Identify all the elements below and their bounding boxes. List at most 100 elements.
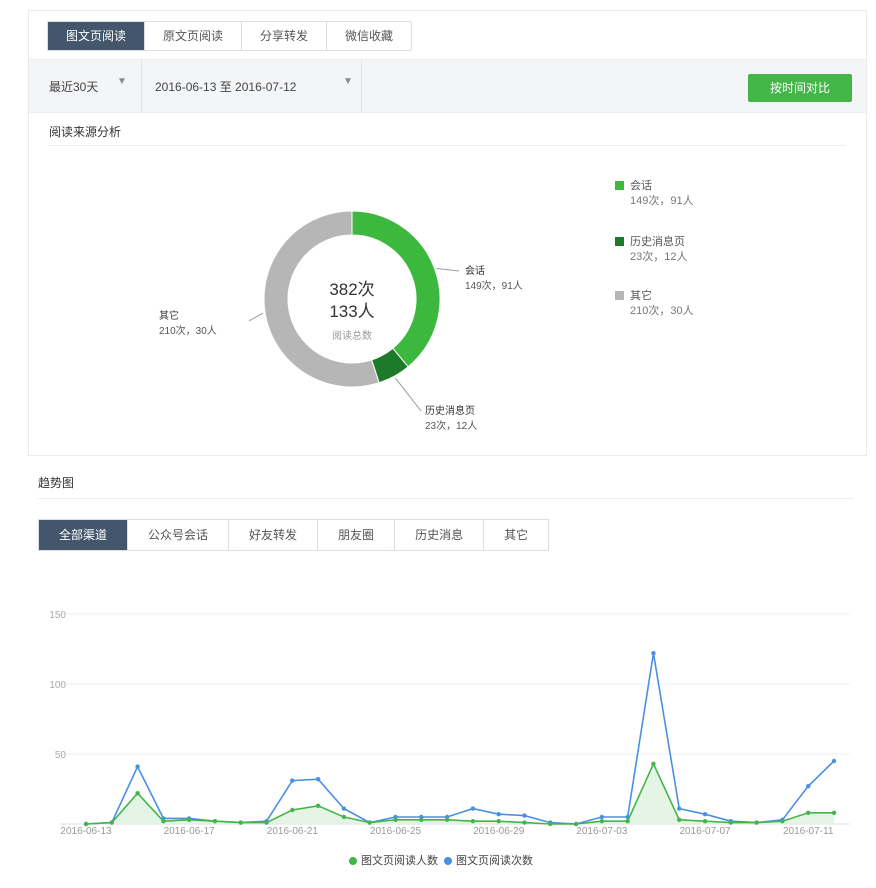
chevron-down-icon: ▼ (343, 76, 353, 87)
data-point[interactable] (341, 806, 347, 811)
filter-bar: 最近30天 ▼ 2016-06-13 至 2016-07-12 ▼ 按时间对比 (29, 59, 866, 113)
divider (49, 145, 846, 146)
date-range-select[interactable]: 2016-06-13 至 2016-07-12 ▼ (141, 60, 362, 112)
legend-item: 会话 149次，91人 (615, 179, 694, 209)
data-point[interactable] (754, 820, 759, 825)
data-point[interactable] (548, 821, 553, 827)
data-point[interactable] (444, 817, 450, 822)
compare-by-time-button[interactable]: 按时间对比 (748, 74, 852, 102)
legend-dot (444, 857, 452, 865)
data-point[interactable] (522, 820, 527, 825)
data-point[interactable] (651, 761, 656, 766)
data-point[interactable] (315, 777, 321, 782)
tab-channel-4[interactable]: 历史消息 (395, 520, 485, 550)
x-tick-label: 2016-06-29 (473, 826, 525, 837)
data-point[interactable] (341, 814, 347, 820)
data-point[interactable] (728, 820, 734, 825)
data-point[interactable] (599, 819, 605, 824)
data-point[interactable] (290, 807, 295, 813)
legend-swatch (615, 291, 624, 300)
tab-channel-5[interactable]: 其它 (484, 520, 548, 550)
data-point[interactable] (496, 819, 501, 824)
legend-series-label[interactable]: 图文页阅读人数 (361, 855, 438, 867)
tab-metric-3[interactable]: 微信收藏 (327, 22, 411, 50)
legend-item: 其它 210次，30人 (615, 289, 694, 319)
y-tick-label: 50 (55, 750, 67, 761)
data-point[interactable] (599, 814, 605, 820)
donut-slice-2[interactable] (263, 210, 380, 388)
legend-label: 其它 (630, 290, 652, 302)
data-point[interactable] (470, 806, 476, 811)
legend-swatch (615, 237, 624, 246)
data-point[interactable] (806, 810, 811, 815)
data-point[interactable] (212, 819, 218, 824)
data-point[interactable] (806, 784, 811, 789)
tab-metric-2[interactable]: 分享转发 (242, 22, 328, 50)
section-title-trend: 趋势图 (38, 476, 75, 490)
trend-line-chart: 50 100 150 2016-06-13 2016-06-17 2016-06-21 20… (49, 610, 850, 837)
callout-label: 其它 (159, 309, 179, 322)
callout-label: 会话 (465, 264, 485, 277)
tab-metric-1[interactable]: 原文页阅读 (145, 22, 243, 50)
reading-source-donut-chart: 382次 133人阅读总数 会话 149次，91人历史消息页 23次，12人 其它 210次… (159, 210, 523, 432)
callout-line (248, 312, 264, 322)
reading-source-panel: 图文页阅读 原文页阅读 分享转发 微信收藏 最近30天 ▼ 2016-06-13 至 … (28, 10, 867, 456)
tab-channel-0[interactable]: 全部渠道 (39, 520, 129, 550)
data-point[interactable] (83, 821, 89, 827)
callout-line (436, 268, 460, 272)
section-title-source-analysis: 阅读来源分析 (49, 125, 122, 139)
x-tick-label: 2016-06-13 (60, 826, 112, 837)
tab-channel-3[interactable]: 朋友圈 (318, 520, 396, 550)
data-point[interactable] (419, 817, 424, 822)
data-point[interactable] (238, 820, 243, 825)
donut-caption: 阅读总数 (332, 329, 372, 342)
data-point[interactable] (109, 820, 114, 825)
y-tick-label: 100 (49, 680, 66, 691)
data-point[interactable] (522, 813, 527, 818)
data-point[interactable] (780, 819, 785, 824)
data-point[interactable] (573, 821, 579, 827)
data-point[interactable] (831, 758, 837, 764)
data-point[interactable] (470, 819, 476, 824)
legend-label: 会话 (630, 180, 652, 192)
data-point[interactable] (702, 812, 708, 817)
callout-detail: 23次，12人 (425, 419, 477, 432)
donut-total-people: 133人 (329, 302, 374, 321)
data-point[interactable] (186, 817, 192, 822)
donut-total-times: 382次 (329, 280, 374, 299)
series-area (86, 763, 834, 824)
chevron-down-icon: ▼ (117, 76, 127, 87)
data-point[interactable] (135, 791, 140, 796)
legend-series-label[interactable]: 图文页阅读次数 (456, 855, 533, 867)
range-select-label: 最近30天 (49, 80, 99, 94)
x-tick-label: 2016-07-07 (679, 826, 731, 837)
data-point[interactable] (264, 820, 269, 825)
data-point[interactable] (625, 819, 630, 824)
legend-detail: 210次，30人 (630, 305, 694, 317)
trend-chart-legend: 图文页阅读人数 图文页阅读次数 (0, 852, 876, 868)
data-point[interactable] (702, 819, 708, 824)
tab-channel-2[interactable]: 好友转发 (229, 520, 319, 550)
data-point[interactable] (496, 812, 501, 817)
data-point[interactable] (831, 810, 837, 815)
channel-tabs: 全部渠道 公众号会话 好友转发 朋友圈 历史消息 其它 (38, 519, 550, 551)
data-point[interactable] (315, 803, 321, 808)
y-tick-label: 150 (49, 610, 66, 621)
data-point[interactable] (677, 806, 682, 811)
x-tick-label: 2016-06-25 (370, 826, 422, 837)
data-point[interactable] (367, 820, 372, 825)
data-point[interactable] (161, 819, 166, 824)
data-point[interactable] (677, 817, 682, 822)
data-point[interactable] (651, 651, 656, 656)
data-point[interactable] (393, 817, 398, 822)
tab-metric-0[interactable]: 图文页阅读 (48, 22, 146, 50)
series-line (85, 761, 834, 825)
range-select[interactable]: 最近30天 ▼ (29, 60, 142, 112)
data-point[interactable] (290, 778, 295, 783)
legend-detail: 149次，91人 (630, 195, 694, 207)
x-tick-label: 2016-06-21 (267, 826, 319, 837)
tab-channel-1[interactable]: 公众号会话 (128, 520, 230, 550)
date-range-label: 2016-06-13 至 2016-07-12 (155, 80, 297, 94)
data-point[interactable] (135, 764, 140, 769)
legend-item: 历史消息页 23次，12人 (615, 235, 687, 265)
